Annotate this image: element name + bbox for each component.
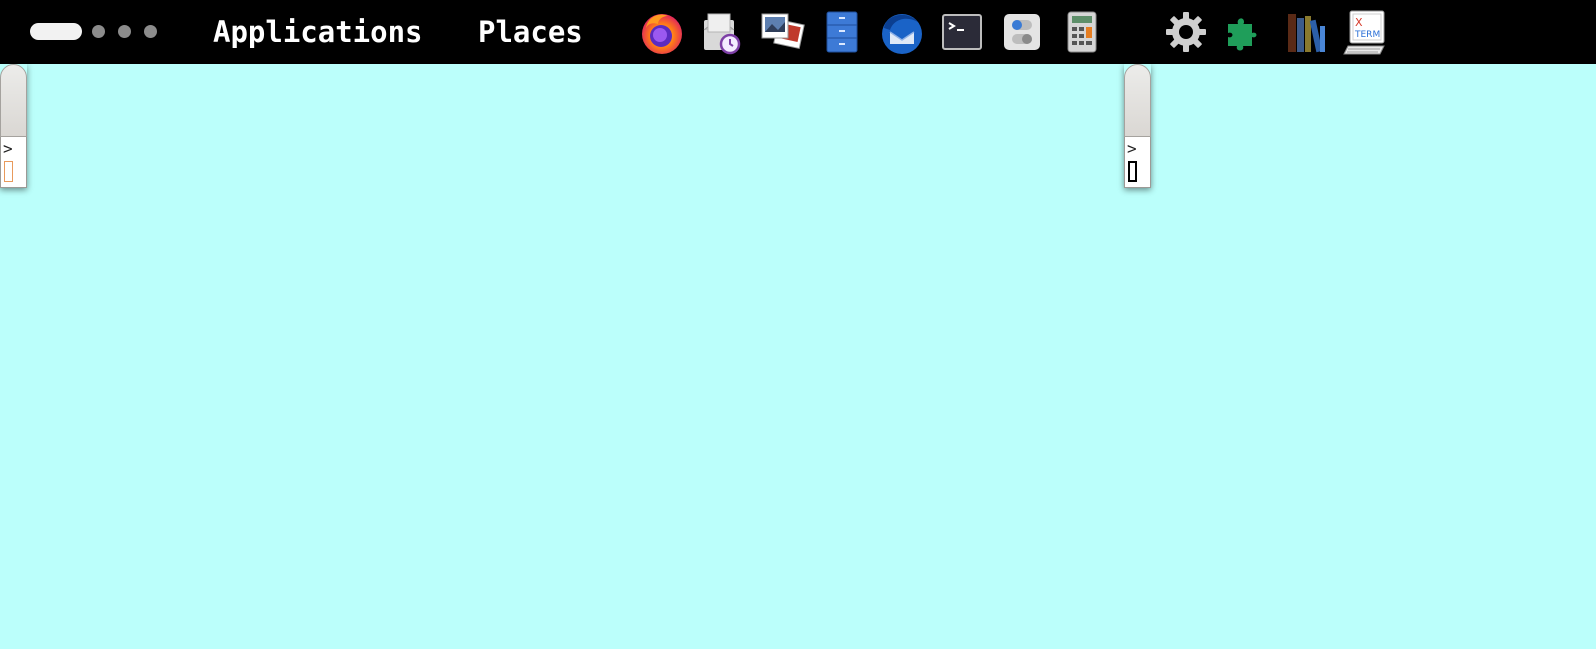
- calculator-icon[interactable]: [1058, 8, 1106, 56]
- image-viewer-icon[interactable]: [758, 8, 806, 56]
- workspace-indicator[interactable]: [92, 25, 105, 38]
- xterm-icon-text-x: X: [1355, 16, 1363, 29]
- extensions-puzzle-icon[interactable]: [1222, 8, 1270, 56]
- firefox-icon[interactable]: [638, 8, 686, 56]
- terminal-icon[interactable]: [938, 8, 986, 56]
- terminal-content[interactable]: >: [1124, 137, 1151, 188]
- terminal-titlebar[interactable]: [0, 64, 27, 137]
- terminal-titlebar[interactable]: [1124, 64, 1151, 137]
- terminal-cursor: [1128, 161, 1137, 182]
- places-menu[interactable]: Places: [478, 12, 583, 52]
- settings-gear-icon[interactable]: [1162, 8, 1210, 56]
- terminal-prompt: >: [3, 139, 13, 158]
- xterm-icon[interactable]: X TERM: [1342, 8, 1390, 56]
- xterm-icon-text-term: TERM: [1354, 30, 1380, 40]
- terminal-cursor: [4, 161, 13, 182]
- top-panel: Applications Places X TERM: [0, 0, 1596, 64]
- workspace-indicator-active[interactable]: [30, 23, 82, 40]
- workspace-indicator[interactable]: [118, 25, 131, 38]
- applications-menu[interactable]: Applications: [213, 12, 423, 52]
- calibre-books-icon[interactable]: [1282, 8, 1330, 56]
- mail-scheduler-icon[interactable]: [698, 8, 746, 56]
- tweaks-toggle-icon[interactable]: [998, 8, 1046, 56]
- thunderbird-icon[interactable]: [878, 8, 926, 56]
- terminal-prompt: >: [1127, 139, 1137, 158]
- workspace-indicator[interactable]: [144, 25, 157, 38]
- terminal-window[interactable]: >: [1124, 64, 1151, 188]
- file-cabinet-icon[interactable]: [818, 8, 866, 56]
- terminal-window[interactable]: >: [0, 64, 27, 188]
- terminal-content[interactable]: >: [0, 137, 27, 188]
